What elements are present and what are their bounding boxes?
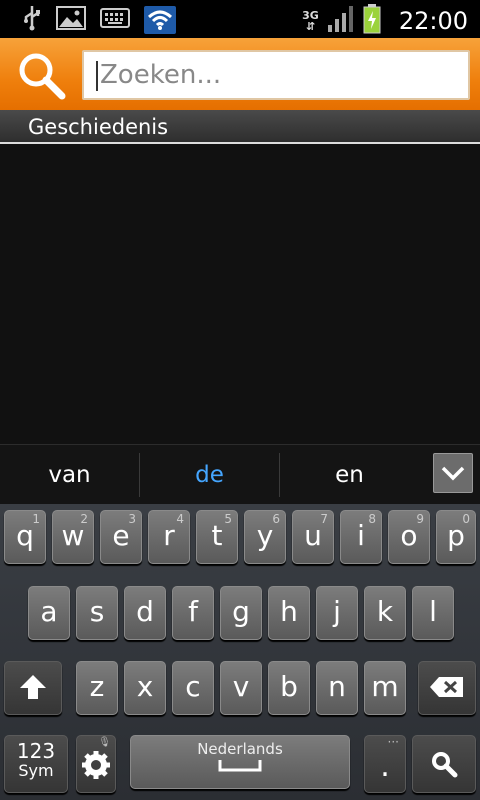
search-key[interactable] [412,735,476,793]
key-number: 6 [272,512,280,526]
search-placeholder: Zoeken... [100,60,222,90]
search-bar: Zoeken... [0,38,480,110]
key-number: 4 [176,512,184,526]
backspace-key[interactable] [418,661,476,715]
key-number: 1 [32,512,40,526]
usb-icon [22,5,42,35]
more-dots: ··· [387,735,399,749]
suggestion-right[interactable]: en [280,445,419,505]
clock: 22:00 [398,7,468,35]
network-type: 3G ⇵ [302,9,319,33]
key-u[interactable]: 7u [292,510,334,564]
search-input[interactable]: Zoeken... [82,50,470,100]
key-letter: r [163,519,175,552]
suggestion-center[interactable]: de [140,445,279,505]
key-t[interactable]: 5t [196,510,238,564]
keyboard: 1q 2w 3e 4r 5t 6y 7u 8i 9o 0p a s d f g … [0,504,480,800]
key-n[interactable]: n [316,661,358,715]
space-language-label: Nederlands [197,740,283,758]
key-g[interactable]: g [220,586,262,640]
key-z[interactable]: z [76,661,118,715]
key-k[interactable]: k [364,586,406,640]
key-number: 0 [462,512,470,526]
key-e[interactable]: 3e [100,510,142,564]
settings-key[interactable]: 🎙 [76,735,116,793]
suggestion-bar: van de en [0,444,480,504]
key-m[interactable]: m [364,661,406,715]
key-i[interactable]: 8i [340,510,382,564]
key-o[interactable]: 9o [388,510,430,564]
battery-charging-icon [363,4,381,38]
period-label: . [380,749,390,784]
sym-label-top: 123 [16,739,56,763]
history-list [0,146,480,444]
key-letter: q [16,519,34,552]
key-l[interactable]: l [412,586,454,640]
key-number: 5 [224,512,232,526]
key-number: 3 [128,512,136,526]
status-bar: 3G ⇵ 22:00 [0,0,480,38]
key-letter: e [112,519,130,552]
key-h[interactable]: h [268,586,310,640]
key-number: 2 [80,512,88,526]
key-number: 9 [416,512,424,526]
key-number: 8 [368,512,376,526]
backspace-icon [430,677,463,697]
suggestion-left[interactable]: van [0,445,139,505]
key-letter: o [400,519,418,552]
shift-arrow-icon [20,675,46,699]
key-letter: i [357,519,365,552]
search-icon [432,752,458,778]
key-letter: t [211,519,223,552]
search-icon[interactable] [16,50,68,100]
text-cursor [96,60,98,91]
key-s[interactable]: s [76,586,118,640]
key-p[interactable]: 0p [436,510,476,564]
keyboard-icon [100,8,130,32]
image-icon [56,6,86,34]
key-letter: y [256,519,274,552]
signal-icon [327,5,355,37]
key-q[interactable]: 1q [4,510,46,564]
key-d[interactable]: d [124,586,166,640]
key-f[interactable]: f [172,586,214,640]
key-r[interactable]: 4r [148,510,190,564]
key-a[interactable]: a [28,586,70,640]
history-header: Geschiedenis [0,110,480,144]
key-b[interactable]: b [268,661,310,715]
gear-icon [82,751,110,779]
key-letter: u [304,519,322,552]
key-x[interactable]: x [124,661,166,715]
wifi-icon [144,6,176,34]
sym-key[interactable]: 123 Sym [4,735,68,793]
key-c[interactable]: c [172,661,214,715]
history-label: Geschiedenis [28,115,169,139]
key-v[interactable]: v [220,661,262,715]
space-bar-icon [218,760,262,772]
space-key[interactable]: Nederlands [130,735,350,789]
key-number: 7 [320,512,328,526]
sym-label-bottom: Sym [18,761,54,780]
microphone-icon: 🎙 [98,737,111,748]
period-key[interactable]: ··· . [364,735,406,793]
key-w[interactable]: 2w [52,510,94,564]
key-j[interactable]: j [316,586,358,640]
chevron-down-icon[interactable] [433,453,473,493]
shift-key[interactable] [4,661,62,715]
key-y[interactable]: 6y [244,510,286,564]
